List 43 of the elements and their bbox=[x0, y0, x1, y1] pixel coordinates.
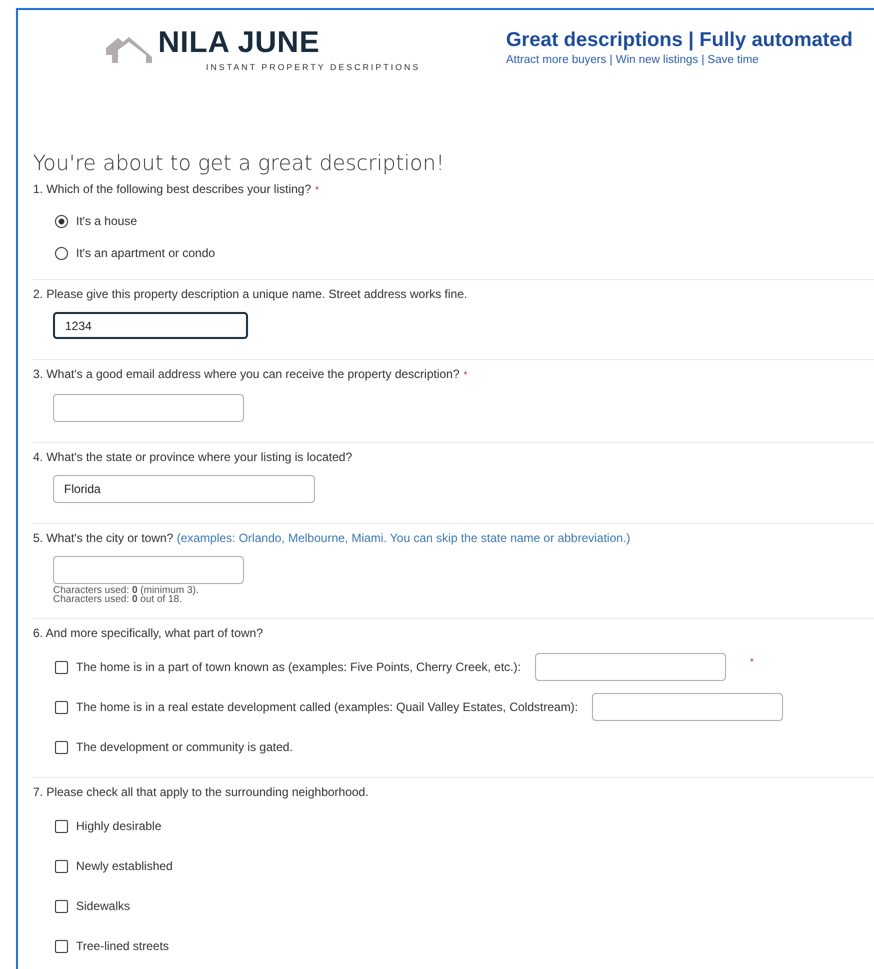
character-counter: Characters used: 0 out of 18. bbox=[53, 595, 182, 604]
input-field[interactable] bbox=[53, 556, 244, 584]
question-label: 1. Which of the following best describes your listing? bbox=[33, 182, 312, 196]
input-field[interactable] bbox=[53, 394, 244, 422]
required-mark: * bbox=[464, 370, 468, 381]
option-label: Sidewalks bbox=[76, 899, 130, 913]
checkbox[interactable] bbox=[55, 700, 68, 714]
radio-button[interactable] bbox=[55, 214, 68, 228]
option-label: The home is in a part of town known as (examples: Five Points, Cherry Creek, etc.): bbox=[76, 660, 521, 674]
checkbox[interactable] bbox=[55, 740, 68, 754]
question-label: 2. Please give this property description a unique name. Street address works fine. bbox=[33, 287, 468, 301]
question-label: 4. What's the state or province where your listing is located? bbox=[33, 450, 352, 464]
tagline-headline: Great descriptions | Fully automated bbox=[506, 28, 853, 52]
form-title: You're about to get a great description! bbox=[33, 151, 446, 175]
question-label: 6. And more specifically, what part of town? bbox=[33, 626, 263, 640]
character-counter: Characters used: 0 (minimum 3). bbox=[53, 586, 200, 595]
option-label: Highly desirable bbox=[76, 819, 162, 833]
brand-subtitle: INSTANT PROPERTY DESCRIPTIONS bbox=[206, 62, 420, 72]
checkbox[interactable] bbox=[55, 860, 68, 872]
required-mark: * bbox=[315, 185, 320, 196]
input-field[interactable] bbox=[534, 653, 726, 681]
input-field[interactable] bbox=[592, 693, 784, 721]
question-label: 7. Please check all that apply to the surrounding neighborhood. bbox=[33, 785, 369, 799]
option-label: It's an apartment or condo bbox=[76, 246, 216, 260]
option-label: The development or community is gated. bbox=[76, 740, 293, 754]
radio-button[interactable] bbox=[55, 246, 68, 260]
house-logo-icon bbox=[106, 37, 152, 63]
checkbox[interactable] bbox=[55, 660, 68, 674]
option-label: The home is in a real estate development called (examples: Quail Valley Estates, Coldstream): bbox=[76, 700, 578, 714]
question-label: 5. What's the city or town? bbox=[33, 531, 174, 545]
question-hint: (examples: Orlando, Melbourne, Miami. You can skip the state name or abbreviation.) bbox=[176, 531, 630, 545]
input-field[interactable]: Florida bbox=[53, 475, 315, 503]
question-label: 3. What's a good email address where you can receive the property description? bbox=[33, 367, 460, 381]
checkbox[interactable] bbox=[55, 940, 68, 952]
input-field[interactable]: 1234 bbox=[53, 312, 248, 339]
option-label: Tree-lined streets bbox=[76, 939, 169, 953]
brand-name: NILA JUNE bbox=[158, 26, 321, 60]
option-label: Newly established bbox=[76, 859, 173, 873]
checkbox[interactable] bbox=[55, 900, 68, 912]
required-mark: * bbox=[750, 657, 754, 668]
checkbox[interactable] bbox=[55, 820, 68, 832]
tagline-subline: Attract more buyers | Win new listings | Save time bbox=[506, 54, 760, 66]
option-label: It's a house bbox=[76, 214, 137, 228]
